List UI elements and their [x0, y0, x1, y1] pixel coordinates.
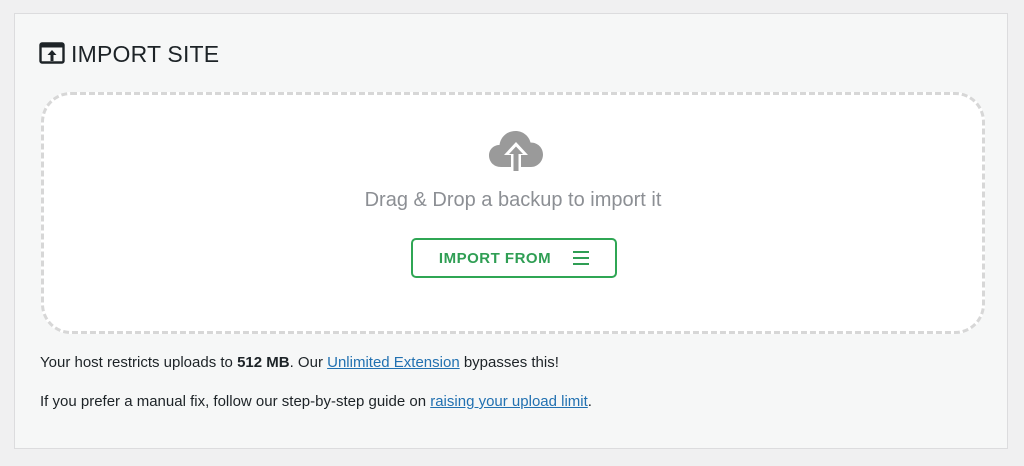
- backup-dropzone[interactable]: Drag & Drop a backup to import it IMPORT…: [41, 92, 985, 334]
- menu-icon: [573, 251, 590, 265]
- manual-fix-notice: If you prefer a manual fix, follow our s…: [40, 393, 592, 410]
- panel-header: IMPORT SITE: [39, 40, 219, 68]
- import-site-panel: IMPORT SITE Drag & Drop a backup to impo…: [14, 13, 1008, 449]
- import-from-button[interactable]: IMPORT FROM: [411, 238, 617, 278]
- import-from-label: IMPORT FROM: [438, 249, 552, 267]
- upload-limit-value: 512 MB: [237, 354, 290, 371]
- notice-text: .: [587, 393, 592, 410]
- dropzone-instructions: Drag & Drop a backup to import it: [364, 189, 662, 211]
- page-title: IMPORT SITE: [71, 40, 220, 67]
- upload-limit-notice: Your host restricts uploads to 512 MB. O…: [40, 354, 559, 371]
- notice-text: . Our: [289, 354, 328, 371]
- notice-text: Your host restricts uploads to: [40, 354, 238, 371]
- import-site-icon: [39, 42, 65, 66]
- cloud-upload-icon: [489, 131, 543, 173]
- unlimited-extension-link[interactable]: Unlimited Extension: [327, 354, 460, 371]
- raise-upload-limit-link[interactable]: raising your upload limit: [430, 393, 588, 410]
- notice-text: If you prefer a manual fix, follow our s…: [40, 393, 431, 410]
- notice-text: bypasses this!: [459, 354, 559, 371]
